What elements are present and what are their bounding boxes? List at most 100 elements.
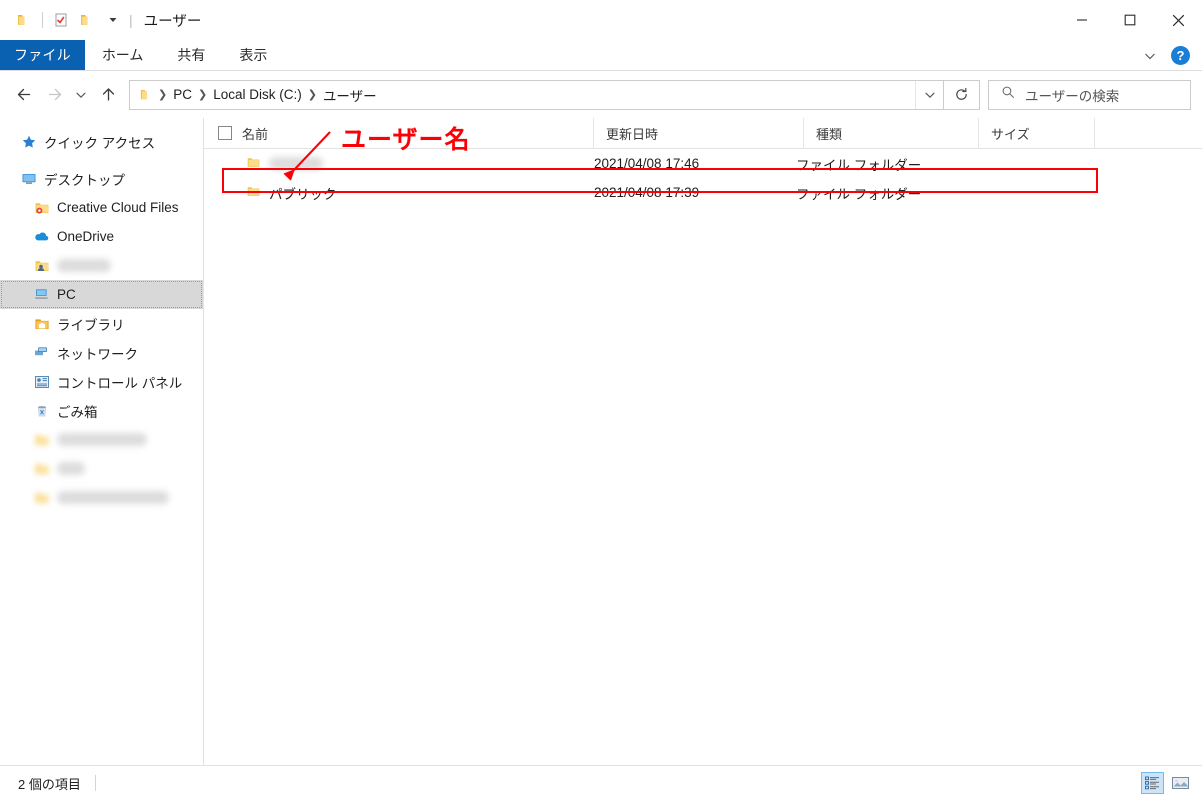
- chevron-down-icon[interactable]: [1139, 45, 1161, 67]
- sidebar-item-recycle-bin[interactable]: ごみ箱: [0, 396, 203, 425]
- column-header-size[interactable]: サイズ: [979, 117, 1095, 149]
- sidebar-item-quick-access[interactable]: クイック アクセス: [0, 127, 203, 156]
- column-header-date-modified[interactable]: 更新日時: [594, 117, 804, 149]
- ribbon-right-controls: ?: [1139, 40, 1194, 71]
- sidebar-item-label-redacted: [57, 491, 169, 504]
- sidebar-item-label: コントロール パネル: [57, 375, 183, 391]
- select-all-checkbox[interactable]: [204, 118, 242, 149]
- search-box[interactable]: ユーザーの検索: [988, 79, 1191, 110]
- folder-icon: [33, 460, 50, 477]
- folder-icon: [33, 431, 50, 448]
- tab-share[interactable]: 共有: [160, 40, 222, 70]
- sidebar-item-redacted-2[interactable]: [0, 454, 203, 483]
- sidebar-item-label-redacted: [57, 433, 147, 446]
- breadcrumb-folder-icon: [136, 87, 156, 102]
- navigation-bar: ❯ PC ❯ Local Disk (C:) ❯ ユーザー ユーザーの検索: [0, 71, 1202, 118]
- file-explorer-window: | ユーザー ファイル ホーム 共有 表示 ? ❯ PC ❯ Local Dis…: [0, 0, 1202, 800]
- recycle-bin-icon: [33, 402, 50, 419]
- status-divider: [94, 775, 96, 791]
- title-bar: | ユーザー: [0, 0, 1202, 40]
- breadcrumb-item-users[interactable]: ユーザー: [319, 85, 381, 105]
- sidebar-item-label: デスクトップ: [44, 172, 125, 188]
- item-count-label: 2 個の項目: [18, 776, 81, 792]
- window-title: ユーザー: [143, 13, 202, 30]
- sidebar-item-libraries[interactable]: ライブラリ: [0, 309, 203, 338]
- sidebar-item-label: クイック アクセス: [44, 135, 156, 151]
- properties-icon[interactable]: [48, 7, 74, 33]
- sidebar-item-pc[interactable]: PC: [0, 280, 203, 309]
- ribbon-tab-bar: ファイル ホーム 共有 表示 ?: [0, 40, 1202, 71]
- search-input[interactable]: ユーザーの検索: [1025, 85, 1119, 105]
- star-icon: [20, 133, 37, 150]
- sidebar-item-label-redacted: [57, 259, 111, 272]
- tab-file[interactable]: ファイル: [0, 40, 85, 70]
- tab-home[interactable]: ホーム: [85, 40, 161, 70]
- breadcrumb-item-local-disk[interactable]: Local Disk (C:): [209, 87, 306, 102]
- creative-cloud-folder-icon: [33, 199, 50, 216]
- column-header-label: 名前: [242, 126, 269, 142]
- user-folder-icon: [33, 257, 50, 274]
- sidebar-item-control-panel[interactable]: コントロール パネル: [0, 367, 203, 396]
- column-header-label: サイズ: [991, 126, 1030, 142]
- details-view-icon[interactable]: [1141, 772, 1164, 794]
- search-icon: [1001, 85, 1015, 104]
- breadcrumb-separator[interactable]: ❯: [196, 88, 209, 101]
- sidebar-item-label: ごみ箱: [57, 404, 98, 420]
- large-icons-view-icon[interactable]: [1169, 772, 1192, 794]
- refresh-button[interactable]: [944, 79, 980, 110]
- status-bar: 2 個の項目: [0, 765, 1202, 800]
- sidebar-item-label: PC: [57, 287, 76, 302]
- sidebar-item-onedrive[interactable]: OneDrive: [0, 222, 203, 251]
- view-mode-buttons: [1141, 772, 1192, 794]
- annotation-highlight-box: [222, 168, 1098, 193]
- sidebar-item-label: ネットワーク: [57, 346, 138, 362]
- quick-access-toolbar: | ユーザー: [0, 7, 201, 33]
- sidebar-item-label-redacted: [57, 462, 85, 475]
- pc-icon: [33, 286, 50, 303]
- new-folder-icon[interactable]: [74, 7, 100, 33]
- column-header-label: 種類: [816, 126, 843, 142]
- help-button[interactable]: ?: [1171, 46, 1190, 65]
- breadcrumb-separator[interactable]: ❯: [156, 88, 169, 101]
- breadcrumb-item-pc[interactable]: PC: [169, 87, 196, 102]
- address-bar[interactable]: ❯ PC ❯ Local Disk (C:) ❯ ユーザー: [129, 79, 944, 110]
- library-icon: [33, 315, 50, 332]
- tab-view[interactable]: 表示: [222, 40, 284, 70]
- column-header-label: 更新日時: [606, 126, 659, 142]
- column-header-type[interactable]: 種類: [804, 117, 979, 149]
- address-dropdown-chevron-icon[interactable]: [915, 80, 943, 109]
- file-rows: 2021/04/08 17:46 ファイル フォルダー パブリック 2021/0…: [204, 149, 1202, 765]
- breadcrumb-separator[interactable]: ❯: [306, 88, 319, 101]
- minimize-button[interactable]: [1058, 0, 1106, 40]
- up-button[interactable]: [93, 80, 123, 110]
- sidebar-item-redacted-1[interactable]: [0, 425, 203, 454]
- sidebar-item-creative-cloud-files[interactable]: Creative Cloud Files: [0, 193, 203, 222]
- window-controls: [1058, 0, 1202, 40]
- sidebar-item-redacted-3[interactable]: [0, 483, 203, 512]
- onedrive-icon: [33, 228, 50, 245]
- close-button[interactable]: [1154, 0, 1202, 40]
- annotation-label: ユーザー名: [341, 126, 471, 154]
- forward-button[interactable]: [39, 80, 69, 110]
- sidebar-item-label: OneDrive: [57, 229, 115, 244]
- sidebar-item-desktop[interactable]: デスクトップ: [0, 164, 203, 193]
- desktop-icon: [20, 170, 37, 187]
- sidebar-item-network[interactable]: ネットワーク: [0, 338, 203, 367]
- back-button[interactable]: [9, 80, 39, 110]
- customize-qat-chevron-icon[interactable]: [100, 7, 126, 33]
- checkbox-icon: [218, 126, 232, 140]
- folder-icon: [33, 489, 50, 506]
- navigation-pane: クイック アクセス デスクトップ Creative Cloud Files On…: [0, 118, 204, 765]
- qat-divider: [42, 12, 43, 28]
- maximize-button[interactable]: [1106, 0, 1154, 40]
- explorer-body: クイック アクセス デスクトップ Creative Cloud Files On…: [0, 117, 1202, 765]
- sidebar-item-label: Creative Cloud Files: [57, 200, 179, 215]
- sidebar-item-user-folder[interactable]: [0, 251, 203, 280]
- title-divider: |: [129, 12, 133, 28]
- recent-locations-button[interactable]: [69, 80, 93, 110]
- file-list-pane: 名前 更新日時 種類 サイズ 2021/04/08 17:46 ファイル フォル…: [204, 117, 1202, 765]
- folder-icon[interactable]: [11, 7, 37, 33]
- control-panel-icon: [33, 373, 50, 390]
- network-icon: [33, 344, 50, 361]
- sidebar-item-label: ライブラリ: [57, 317, 125, 333]
